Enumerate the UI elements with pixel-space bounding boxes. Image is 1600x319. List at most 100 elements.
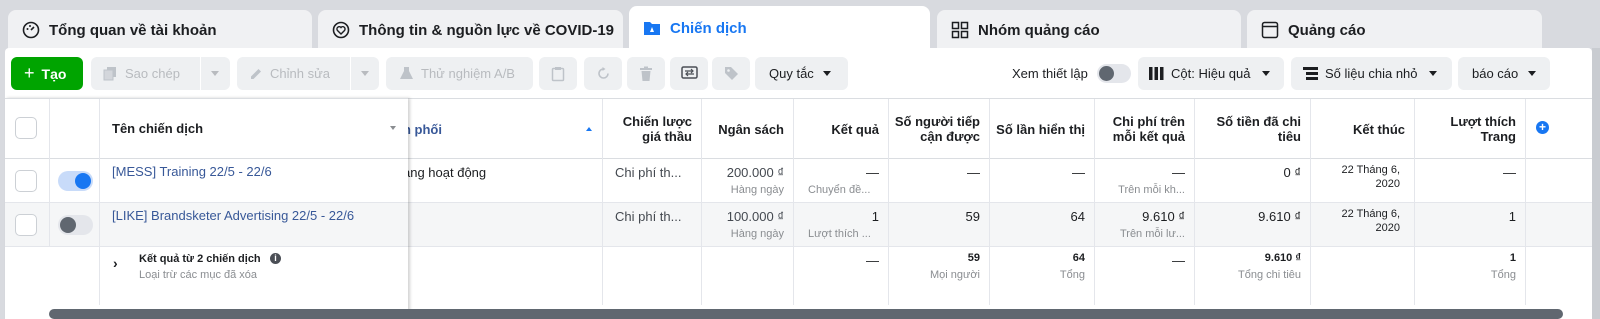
tab-label: Quảng cáo	[1288, 21, 1366, 39]
tab-covid-info[interactable]: Thông tin & nguồn lực về COVID-19	[318, 10, 623, 50]
campaigns-panel: + Tạo Sao chép Chỉnh sửa Thử nghiệm A/B	[5, 48, 1592, 319]
column-campaign-name[interactable]: Tên chiến dịch	[112, 121, 203, 136]
budget-sub: Hàng ngày	[730, 184, 784, 196]
column-ends[interactable]: Kết thúc	[1311, 99, 1415, 159]
add-column-icon[interactable]: +	[1536, 121, 1549, 134]
column-delivery[interactable]: n phối	[403, 99, 603, 159]
column-results[interactable]: Kết quả	[794, 99, 889, 159]
copy-button[interactable]: Sao chép	[91, 57, 230, 90]
divider	[99, 247, 100, 305]
cell-cost-per-result: — Trên mỗi kh...	[1095, 159, 1195, 202]
rules-dropdown[interactable]: Quy tắc	[755, 57, 848, 90]
campaign-toggle-off[interactable]	[58, 215, 93, 235]
column-impressions[interactable]: Số lần hiển thị	[990, 99, 1095, 159]
sticky-row[interactable]: [LIKE] Brandsketer Advertising 22/5 - 22…	[5, 203, 408, 247]
tag-button[interactable]	[712, 57, 750, 90]
info-icon[interactable]: i	[270, 253, 281, 264]
cell-cost-per-result: —	[1095, 247, 1195, 305]
column-reach[interactable]: Số người tiếp cận được	[889, 99, 990, 159]
window-icon	[1261, 21, 1279, 39]
tag-icon	[724, 66, 739, 81]
cell-amount-spent: 9.610 ₫ Tổng chi tiêu	[1195, 247, 1311, 305]
sticky-summary: › Kết quả từ 2 chiến dịch i Loại trừ các…	[5, 247, 408, 305]
sticky-row[interactable]: [MESS] Training 22/5 - 22/6	[5, 159, 408, 203]
tab-ads[interactable]: Quảng cáo	[1247, 10, 1542, 50]
preview-button[interactable]	[670, 57, 708, 90]
sticky-header: Tên chiến dịch	[5, 98, 408, 159]
column-bid-strategy[interactable]: Chiến lược giá thầu	[603, 99, 702, 159]
bid-strategy-value: Chi phí th...	[615, 209, 682, 224]
tab-label: Tổng quan về tài khoản	[49, 21, 217, 39]
ab-test-button[interactable]: Thử nghiệm A/B	[386, 57, 533, 90]
view-setup-toggle[interactable]	[1097, 64, 1131, 83]
column-amount-spent[interactable]: Số tiền đã chi tiêu	[1195, 99, 1311, 159]
reports-dropdown[interactable]: báo cáo	[1458, 57, 1550, 90]
column-label: Lượt thích Trang	[1450, 114, 1516, 144]
summary-impressions-sub: Tổng	[1059, 269, 1085, 281]
horizontal-scrollbar[interactable]	[49, 309, 1563, 319]
plus-icon: +	[24, 63, 35, 83]
delete-button[interactable]	[627, 57, 665, 90]
impressions-value: 64	[1070, 209, 1085, 224]
summary-amount-spent-sub: Tổng chi tiêu	[1238, 269, 1301, 281]
copy-icon	[103, 66, 118, 81]
tab-ad-sets[interactable]: Nhóm quảng cáo	[937, 10, 1241, 50]
column-label: Số lần hiển thị	[996, 121, 1085, 137]
column-budget[interactable]: Ngân sách	[702, 99, 794, 159]
heart-icon	[332, 21, 350, 39]
row-checkbox[interactable]	[15, 170, 37, 192]
dashboard-icon	[22, 21, 40, 39]
chevron-right-icon[interactable]: ›	[113, 255, 118, 271]
cell-amount-spent: 0 ₫	[1195, 159, 1311, 202]
select-all-checkbox[interactable]	[15, 117, 37, 139]
summary-title: Kết quả từ 2 chiến dịch	[139, 253, 261, 265]
campaign-toggle-on[interactable]	[58, 171, 93, 191]
budget-value: 100.000 ₫	[726, 209, 784, 224]
cell-reach: —	[889, 159, 990, 202]
column-page-likes[interactable]: Lượt thích Trang	[1415, 99, 1526, 159]
columns-dropdown[interactable]: Cột: Hiệu quả	[1138, 57, 1284, 90]
cell-impressions: 64 Tổng	[990, 247, 1095, 305]
refresh-icon	[596, 66, 611, 81]
column-cost-per-result[interactable]: Chi phí trên mỗi kết quả	[1095, 99, 1195, 159]
tab-account-overview[interactable]: Tổng quan về tài khoản	[8, 10, 312, 50]
cost-sub: Trên mỗi kh...	[1118, 184, 1185, 196]
ends-value: 22 Tháng 6, 2020	[1341, 208, 1400, 234]
toolbar: + Tạo Sao chép Chỉnh sửa Thử nghiệm A/B	[5, 48, 1592, 98]
divider	[99, 159, 100, 202]
row-checkbox[interactable]	[15, 214, 37, 236]
chevron-down-icon[interactable]	[390, 126, 396, 130]
create-label: Tạo	[41, 65, 67, 82]
summary-reach: 59	[967, 252, 980, 264]
campaign-name-link[interactable]: [LIKE] Brandsketer Advertising 22/5 - 22…	[112, 208, 354, 223]
vertical-scrollbar[interactable]	[1592, 48, 1600, 319]
pencil-icon	[249, 67, 263, 81]
cost-value: —	[1172, 165, 1185, 180]
column-label: Ngân sách	[718, 121, 784, 137]
column-label: Chiến lược giá thầu	[622, 114, 692, 144]
tab-label: Nhóm quảng cáo	[978, 21, 1100, 39]
reach-value: —	[967, 165, 980, 180]
columns-label: Cột: Hiệu quả	[1171, 66, 1251, 81]
summary-reach-sub: Mọi người	[929, 269, 980, 281]
summary-subtitle: Loại trừ các mục đã xóa	[139, 269, 258, 281]
create-button[interactable]: + Tạo	[11, 57, 83, 90]
refresh-button[interactable]	[584, 57, 622, 90]
edit-button[interactable]: Chỉnh sửa	[237, 57, 379, 90]
amount-spent-value: 0 ₫	[1283, 165, 1301, 180]
reach-value: 59	[965, 209, 980, 224]
chevron-down-icon	[1528, 71, 1537, 76]
results-value: 1	[871, 209, 879, 224]
tab-campaigns[interactable]: Chiến dịch	[629, 6, 930, 50]
campaign-name-link[interactable]: [MESS] Training 22/5 - 22/6	[112, 164, 272, 179]
divider	[99, 99, 100, 159]
chevron-down-icon[interactable]	[211, 71, 219, 76]
clipboard-button[interactable]	[539, 57, 577, 90]
cell-results: —	[794, 247, 889, 305]
chevron-down-icon[interactable]	[361, 71, 369, 76]
breakdown-dropdown[interactable]: Số liệu chia nhỏ	[1291, 57, 1452, 90]
sort-ascending-icon[interactable]	[586, 127, 592, 131]
cell-ends: 22 Tháng 6, 2020	[1311, 203, 1415, 246]
cell-budget	[702, 247, 794, 305]
divider	[99, 203, 100, 246]
